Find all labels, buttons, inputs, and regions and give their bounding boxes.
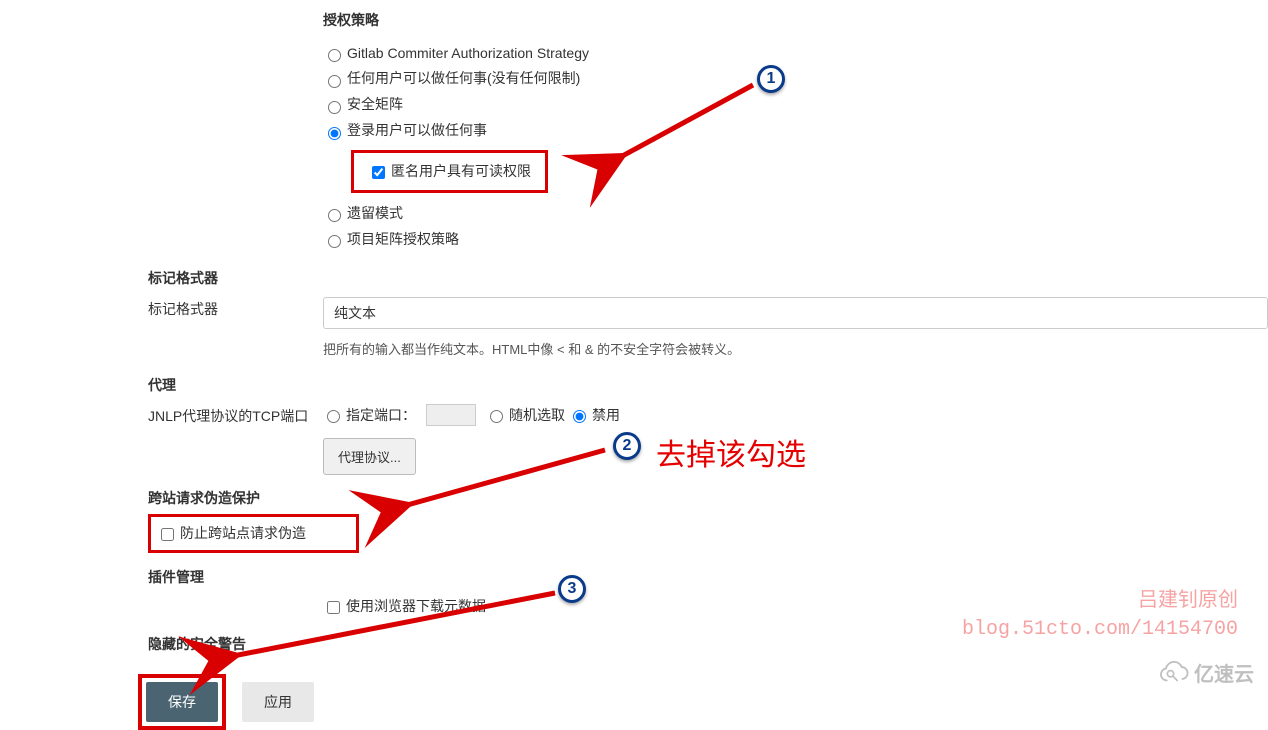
markup-formatter-label: 标记格式器 — [148, 297, 323, 362]
auth-label-loggedin: 登录用户可以做任何事 — [347, 122, 487, 138]
annotation-text-2: 去掉该勾选 — [656, 430, 806, 474]
csrf-checkbox[interactable] — [161, 528, 174, 541]
annotation-arrow-2 — [380, 445, 620, 525]
agent-section-title: 代理 — [0, 371, 1268, 401]
auth-strategy-title: 授权策略 — [0, 6, 1268, 36]
port-label-random: 随机选取 — [509, 405, 565, 425]
jnlp-port-label: JNLP代理协议的TCP端口 — [148, 404, 323, 475]
cloud-icon — [1154, 661, 1190, 685]
annotation-arrow-1 — [595, 75, 765, 175]
auth-label-projectmatrix: 项目矩阵授权策略 — [347, 231, 459, 247]
markup-formatter-help: 把所有的输入都当作纯文本。HTML中像 < 和 & 的不安全字符会被转义。 — [323, 329, 1268, 362]
anon-read-label: 匿名用户具有可读权限 — [391, 163, 531, 179]
port-radio-disabled[interactable] — [573, 410, 586, 423]
port-fixed-input[interactable] — [426, 404, 476, 426]
port-radio-random[interactable] — [490, 410, 503, 423]
port-label-fixed: 指定端口： — [346, 405, 416, 425]
csrf-check-label: 防止跨站点请求伪造 — [180, 525, 306, 541]
auth-radio-gitlab[interactable] — [328, 49, 341, 62]
apply-button[interactable]: 应用 — [242, 682, 314, 722]
markup-formatter-select[interactable]: 纯文本 — [323, 297, 1268, 329]
auth-radio-matrix[interactable] — [328, 101, 341, 114]
annotation-arrow-3 — [210, 585, 570, 675]
auth-label-matrix: 安全矩阵 — [347, 96, 403, 112]
save-highlight: 保存 — [138, 674, 226, 730]
auth-label-gitlab: Gitlab Commiter Authorization Strategy — [347, 45, 589, 61]
auth-radio-loggedin[interactable] — [328, 127, 341, 140]
csrf-highlight: 防止跨站点请求伪造 — [148, 514, 359, 553]
csrf-section-title: 跨站请求伪造保护 — [0, 484, 1268, 514]
auth-radio-projectmatrix[interactable] — [328, 235, 341, 248]
auth-radio-legacy[interactable] — [328, 209, 341, 222]
auth-label-legacy: 遗留模式 — [347, 205, 403, 221]
brand-logo: 亿速云 — [1154, 658, 1254, 687]
anon-read-highlight: 匿名用户具有可读权限 — [351, 150, 548, 193]
save-button[interactable]: 保存 — [146, 682, 218, 722]
markup-section-title: 标记格式器 — [0, 264, 1268, 294]
port-radio-fixed[interactable] — [327, 410, 340, 423]
auth-radio-anyone[interactable] — [328, 75, 341, 88]
watermark: 吕建钊原创 blog.51cto.com/14154700 — [962, 588, 1238, 644]
port-label-disabled: 禁用 — [592, 405, 620, 425]
anon-read-checkbox[interactable] — [372, 166, 385, 179]
auth-label-anyone: 任何用户可以做任何事(没有任何限制) — [347, 70, 580, 86]
